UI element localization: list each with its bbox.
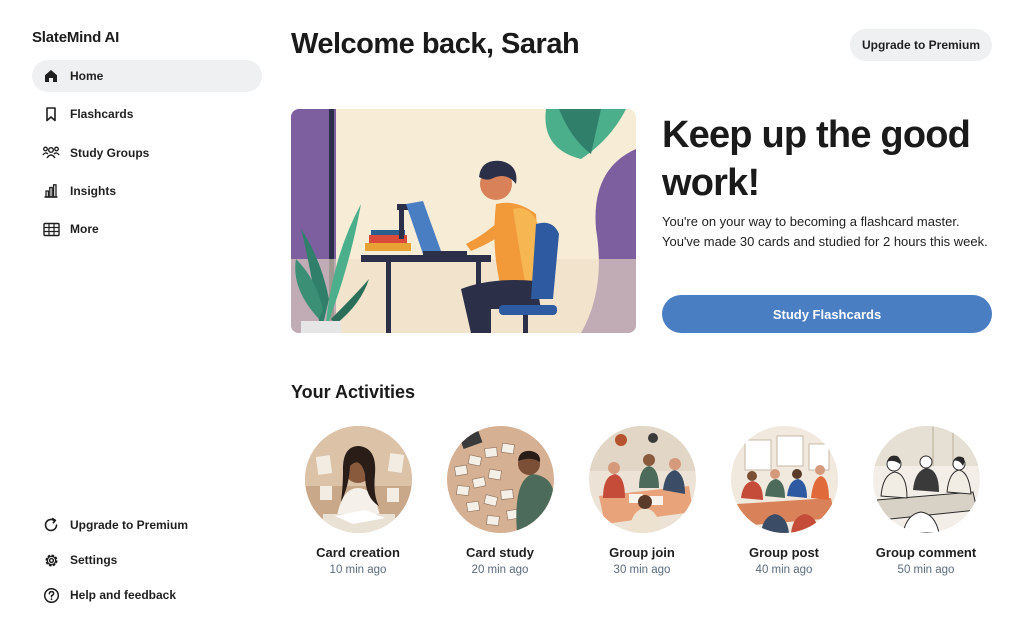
activity-thumbnail	[872, 426, 980, 533]
sidebar-nav: Home Flashcards Study Groups Insights Mo…	[32, 60, 262, 251]
sidebar-item-label: Help and feedback	[70, 588, 177, 602]
sidebar-item-label: Settings	[70, 553, 118, 567]
sidebar-item-more[interactable]: More	[32, 213, 262, 245]
sidebar: SlateMind AI Home Flashcards Study Group…	[0, 0, 280, 640]
activity-time: 40 min ago	[755, 564, 813, 576]
sidebar-item-label: Insights	[70, 183, 117, 198]
activity-thumbnail	[588, 426, 696, 533]
refresh-icon	[42, 516, 60, 534]
page-title: Welcome back, Sarah	[291, 28, 580, 60]
activity-name: Card creation	[316, 545, 400, 560]
hero-title: Keep up the good work!	[662, 114, 971, 204]
sidebar-item-label: Home	[70, 69, 104, 83]
activities-heading: Your Activities	[291, 382, 416, 402]
sidebar-item-label: Study Groups	[70, 145, 150, 160]
sidebar-item-label: Flashcards	[70, 107, 134, 122]
activity-time: 50 min ago	[897, 564, 955, 576]
sidebar-item-help[interactable]: Help and feedback	[32, 579, 262, 611]
home-icon	[42, 67, 60, 85]
activity-item[interactable]: Group post 40 min ago	[713, 426, 855, 576]
bookmark-icon	[42, 105, 60, 123]
sidebar-item-flashcards[interactable]: Flashcards	[32, 98, 262, 130]
app-logo[interactable]: SlateMind AI	[32, 29, 119, 46]
activity-thumbnail	[730, 426, 838, 533]
activity-time: 30 min ago	[613, 564, 671, 576]
hero-illustration	[291, 109, 636, 333]
activity-thumbnail	[304, 426, 412, 533]
activity-name: Group post	[748, 545, 820, 560]
activity-name: Group comment	[875, 545, 977, 560]
sidebar-item-label: Upgrade to Premium	[70, 518, 189, 532]
activity-time: 20 min ago	[471, 564, 529, 576]
activity-item[interactable]: Group comment 50 min ago	[855, 426, 997, 576]
gear-icon	[42, 551, 60, 569]
sidebar-item-home[interactable]: Home	[32, 60, 262, 92]
hero-description: You're on your way to becoming a flashca…	[662, 214, 988, 249]
study-flashcards-button[interactable]: Study Flashcards	[662, 295, 992, 333]
group-icon	[42, 144, 60, 162]
activity-name: Group join	[609, 545, 675, 560]
bar-chart-icon	[42, 182, 60, 200]
activity-item[interactable]: Group join 30 min ago	[571, 426, 713, 576]
activity-item[interactable]: Card study 20 min ago	[429, 426, 571, 576]
upgrade-button[interactable]: Upgrade to Premium	[850, 29, 992, 61]
activity-item[interactable]: Card creation 10 min ago	[287, 426, 429, 576]
activity-time: 10 min ago	[329, 564, 387, 576]
activity-thumbnail	[446, 426, 554, 533]
sidebar-item-insights[interactable]: Insights	[32, 175, 262, 207]
help-icon	[42, 586, 60, 604]
sidebar-item-label: More	[70, 222, 99, 237]
sidebar-item-study-groups[interactable]: Study Groups	[32, 137, 262, 169]
sidebar-bottom-nav: Upgrade to Premium Settings Help and fee…	[32, 509, 262, 614]
activity-name: Card study	[466, 545, 534, 560]
sidebar-item-upgrade[interactable]: Upgrade to Premium	[32, 509, 262, 541]
sidebar-item-settings[interactable]: Settings	[32, 544, 262, 576]
grid-icon	[42, 220, 60, 238]
